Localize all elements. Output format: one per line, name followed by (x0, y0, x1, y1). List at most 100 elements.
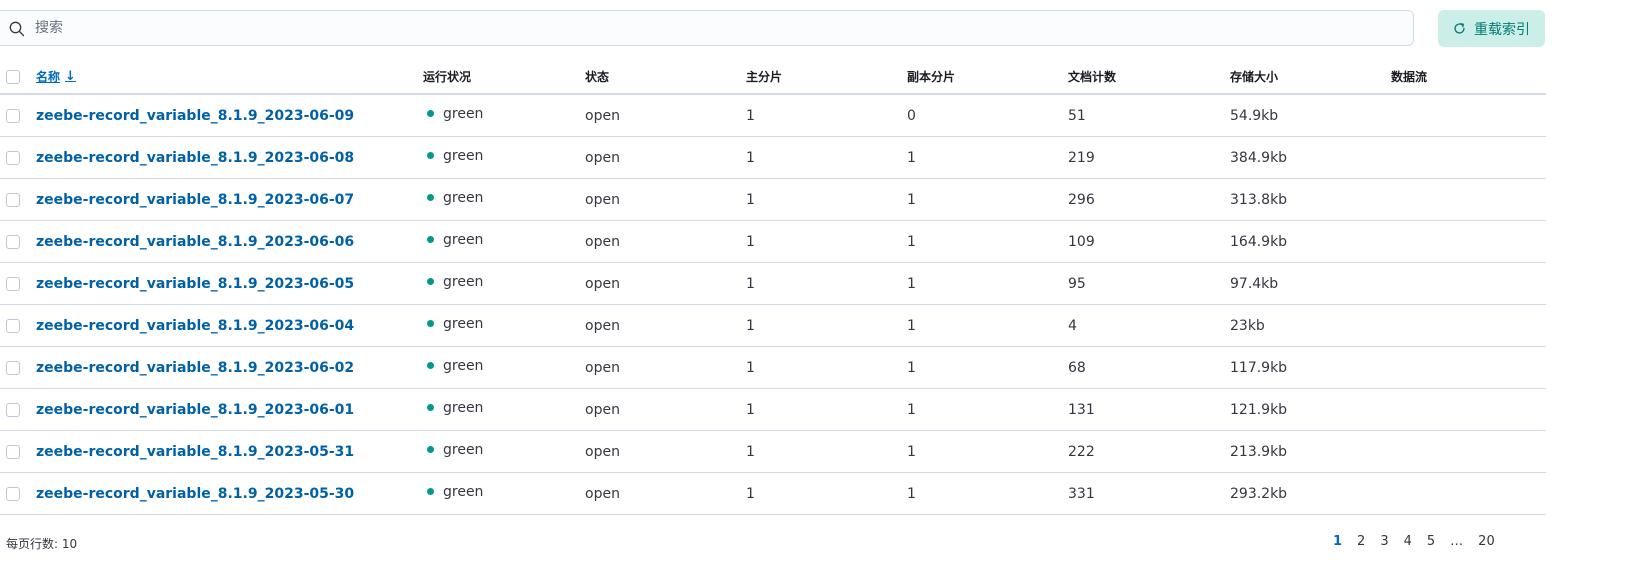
primary-shards-cell: 1 (746, 359, 755, 376)
row-checkbox[interactable] (6, 360, 20, 375)
health-text: green (443, 189, 484, 206)
storage-size-cell: 97.4kb (1230, 275, 1279, 292)
docs-count-cell: 95 (1068, 275, 1086, 292)
column-header-name[interactable]: 名称 ↓ (36, 68, 76, 85)
table-row: zeebe-record_variable_8.1.9_2023-06-04 g… (0, 305, 1546, 347)
row-checkbox[interactable] (6, 486, 20, 501)
table-row: zeebe-record_variable_8.1.9_2023-06-01 g… (0, 389, 1546, 431)
index-name-link[interactable]: zeebe-record_variable_8.1.9_2023-06-04 (36, 318, 354, 334)
column-header-status: 状态 (585, 70, 610, 84)
health-text: green (443, 441, 484, 458)
row-checkbox[interactable] (6, 318, 20, 333)
table-row: zeebe-record_variable_8.1.9_2023-06-09 g… (0, 95, 1546, 137)
column-header-size: 存储大小 (1230, 70, 1279, 84)
health-dot-icon (427, 152, 434, 159)
health-cell: green (423, 471, 483, 512)
index-management-page: 重载索引 名称 ↓ 运行状况 状态 主分片 副本分片 文档计数 存储大小 数据流 (0, 0, 1646, 568)
page-button[interactable]: 3 (1380, 534, 1388, 549)
health-cell: green (423, 429, 483, 470)
status-cell: open (585, 401, 620, 418)
health-cell: green (423, 261, 483, 302)
row-checkbox[interactable] (6, 276, 20, 291)
status-cell: open (585, 107, 620, 124)
row-checkbox[interactable] (6, 402, 20, 417)
page-button[interactable]: 4 (1404, 534, 1412, 549)
page-button[interactable]: 5 (1427, 534, 1435, 549)
index-name-link[interactable]: zeebe-record_variable_8.1.9_2023-06-01 (36, 402, 354, 418)
index-name-link[interactable]: zeebe-record_variable_8.1.9_2023-06-05 (36, 276, 354, 292)
health-cell: green (423, 93, 483, 134)
search-bar (0, 10, 1414, 46)
row-checkbox[interactable] (6, 192, 20, 207)
search-icon (9, 21, 25, 37)
replica-shards-cell: 1 (907, 191, 916, 208)
docs-count-cell: 51 (1068, 107, 1086, 124)
replica-shards-cell: 1 (907, 401, 916, 418)
health-dot-icon (427, 110, 434, 117)
table-row: zeebe-record_variable_8.1.9_2023-06-02 g… (0, 347, 1546, 389)
status-cell: open (585, 275, 620, 292)
docs-count-cell: 131 (1068, 401, 1095, 418)
primary-shards-cell: 1 (746, 149, 755, 166)
row-checkbox[interactable] (6, 444, 20, 459)
primary-shards-cell: 1 (746, 401, 755, 418)
primary-shards-cell: 1 (746, 275, 755, 292)
status-cell: open (585, 233, 620, 250)
table-header-row: 名称 ↓ 运行状况 状态 主分片 副本分片 文档计数 存储大小 数据流 (0, 60, 1546, 95)
docs-count-cell: 68 (1068, 359, 1086, 376)
health-text: green (443, 273, 484, 290)
docs-count-cell: 109 (1068, 233, 1095, 250)
docs-count-cell: 4 (1068, 317, 1077, 334)
arrow-down-icon: ↓ (65, 69, 76, 84)
replica-shards-cell: 0 (907, 107, 916, 124)
index-name-link[interactable]: zeebe-record_variable_8.1.9_2023-06-07 (36, 192, 354, 208)
health-text: green (443, 357, 484, 374)
health-cell: green (423, 177, 483, 218)
status-cell: open (585, 359, 620, 376)
health-cell: green (423, 303, 483, 344)
select-all-checkbox[interactable] (6, 69, 20, 84)
replica-shards-cell: 1 (907, 275, 916, 292)
reload-indices-label: 重载索引 (1474, 21, 1530, 38)
table-row: zeebe-record_variable_8.1.9_2023-05-30 g… (0, 473, 1546, 515)
index-name-link[interactable]: zeebe-record_variable_8.1.9_2023-06-09 (36, 108, 354, 124)
rows-per-page[interactable]: 每页行数: 10 (6, 535, 77, 552)
indices-table: 名称 ↓ 运行状况 状态 主分片 副本分片 文档计数 存储大小 数据流 zeeb… (0, 60, 1546, 515)
storage-size-cell: 121.9kb (1230, 401, 1288, 418)
replica-shards-cell: 1 (907, 233, 916, 250)
reload-indices-button[interactable]: 重载索引 (1438, 10, 1545, 47)
health-dot-icon (427, 320, 434, 327)
health-cell: green (423, 345, 483, 386)
health-dot-icon (427, 278, 434, 285)
column-header-health: 运行状况 (423, 70, 472, 84)
health-cell: green (423, 135, 483, 176)
column-header-datastream: 数据流 (1391, 70, 1428, 84)
page-button[interactable]: 20 (1478, 534, 1495, 549)
storage-size-cell: 313.8kb (1230, 191, 1288, 208)
primary-shards-cell: 1 (746, 107, 755, 124)
index-name-link[interactable]: zeebe-record_variable_8.1.9_2023-05-31 (36, 444, 354, 460)
health-text: green (443, 483, 484, 500)
storage-size-cell: 117.9kb (1230, 359, 1288, 376)
page-button[interactable]: 2 (1357, 534, 1365, 549)
row-checkbox[interactable] (6, 150, 20, 165)
storage-size-cell: 164.9kb (1230, 233, 1288, 250)
index-name-link[interactable]: zeebe-record_variable_8.1.9_2023-06-06 (36, 234, 354, 250)
table-row: zeebe-record_variable_8.1.9_2023-06-06 g… (0, 221, 1546, 263)
replica-shards-cell: 1 (907, 359, 916, 376)
page-button[interactable]: … (1450, 534, 1463, 549)
storage-size-cell: 54.9kb (1230, 107, 1279, 124)
docs-count-cell: 331 (1068, 485, 1095, 502)
row-checkbox[interactable] (6, 234, 20, 249)
page-button[interactable]: 1 (1333, 534, 1342, 549)
index-name-link[interactable]: zeebe-record_variable_8.1.9_2023-06-08 (36, 150, 354, 166)
index-name-link[interactable]: zeebe-record_variable_8.1.9_2023-06-02 (36, 360, 354, 376)
docs-count-cell: 222 (1068, 443, 1095, 460)
table-row: zeebe-record_variable_8.1.9_2023-06-08 g… (0, 137, 1546, 179)
index-name-link[interactable]: zeebe-record_variable_8.1.9_2023-05-30 (36, 486, 354, 502)
health-dot-icon (427, 362, 434, 369)
status-cell: open (585, 485, 620, 502)
row-checkbox[interactable] (6, 108, 20, 123)
health-text: green (443, 399, 484, 416)
search-input[interactable] (35, 12, 1395, 44)
